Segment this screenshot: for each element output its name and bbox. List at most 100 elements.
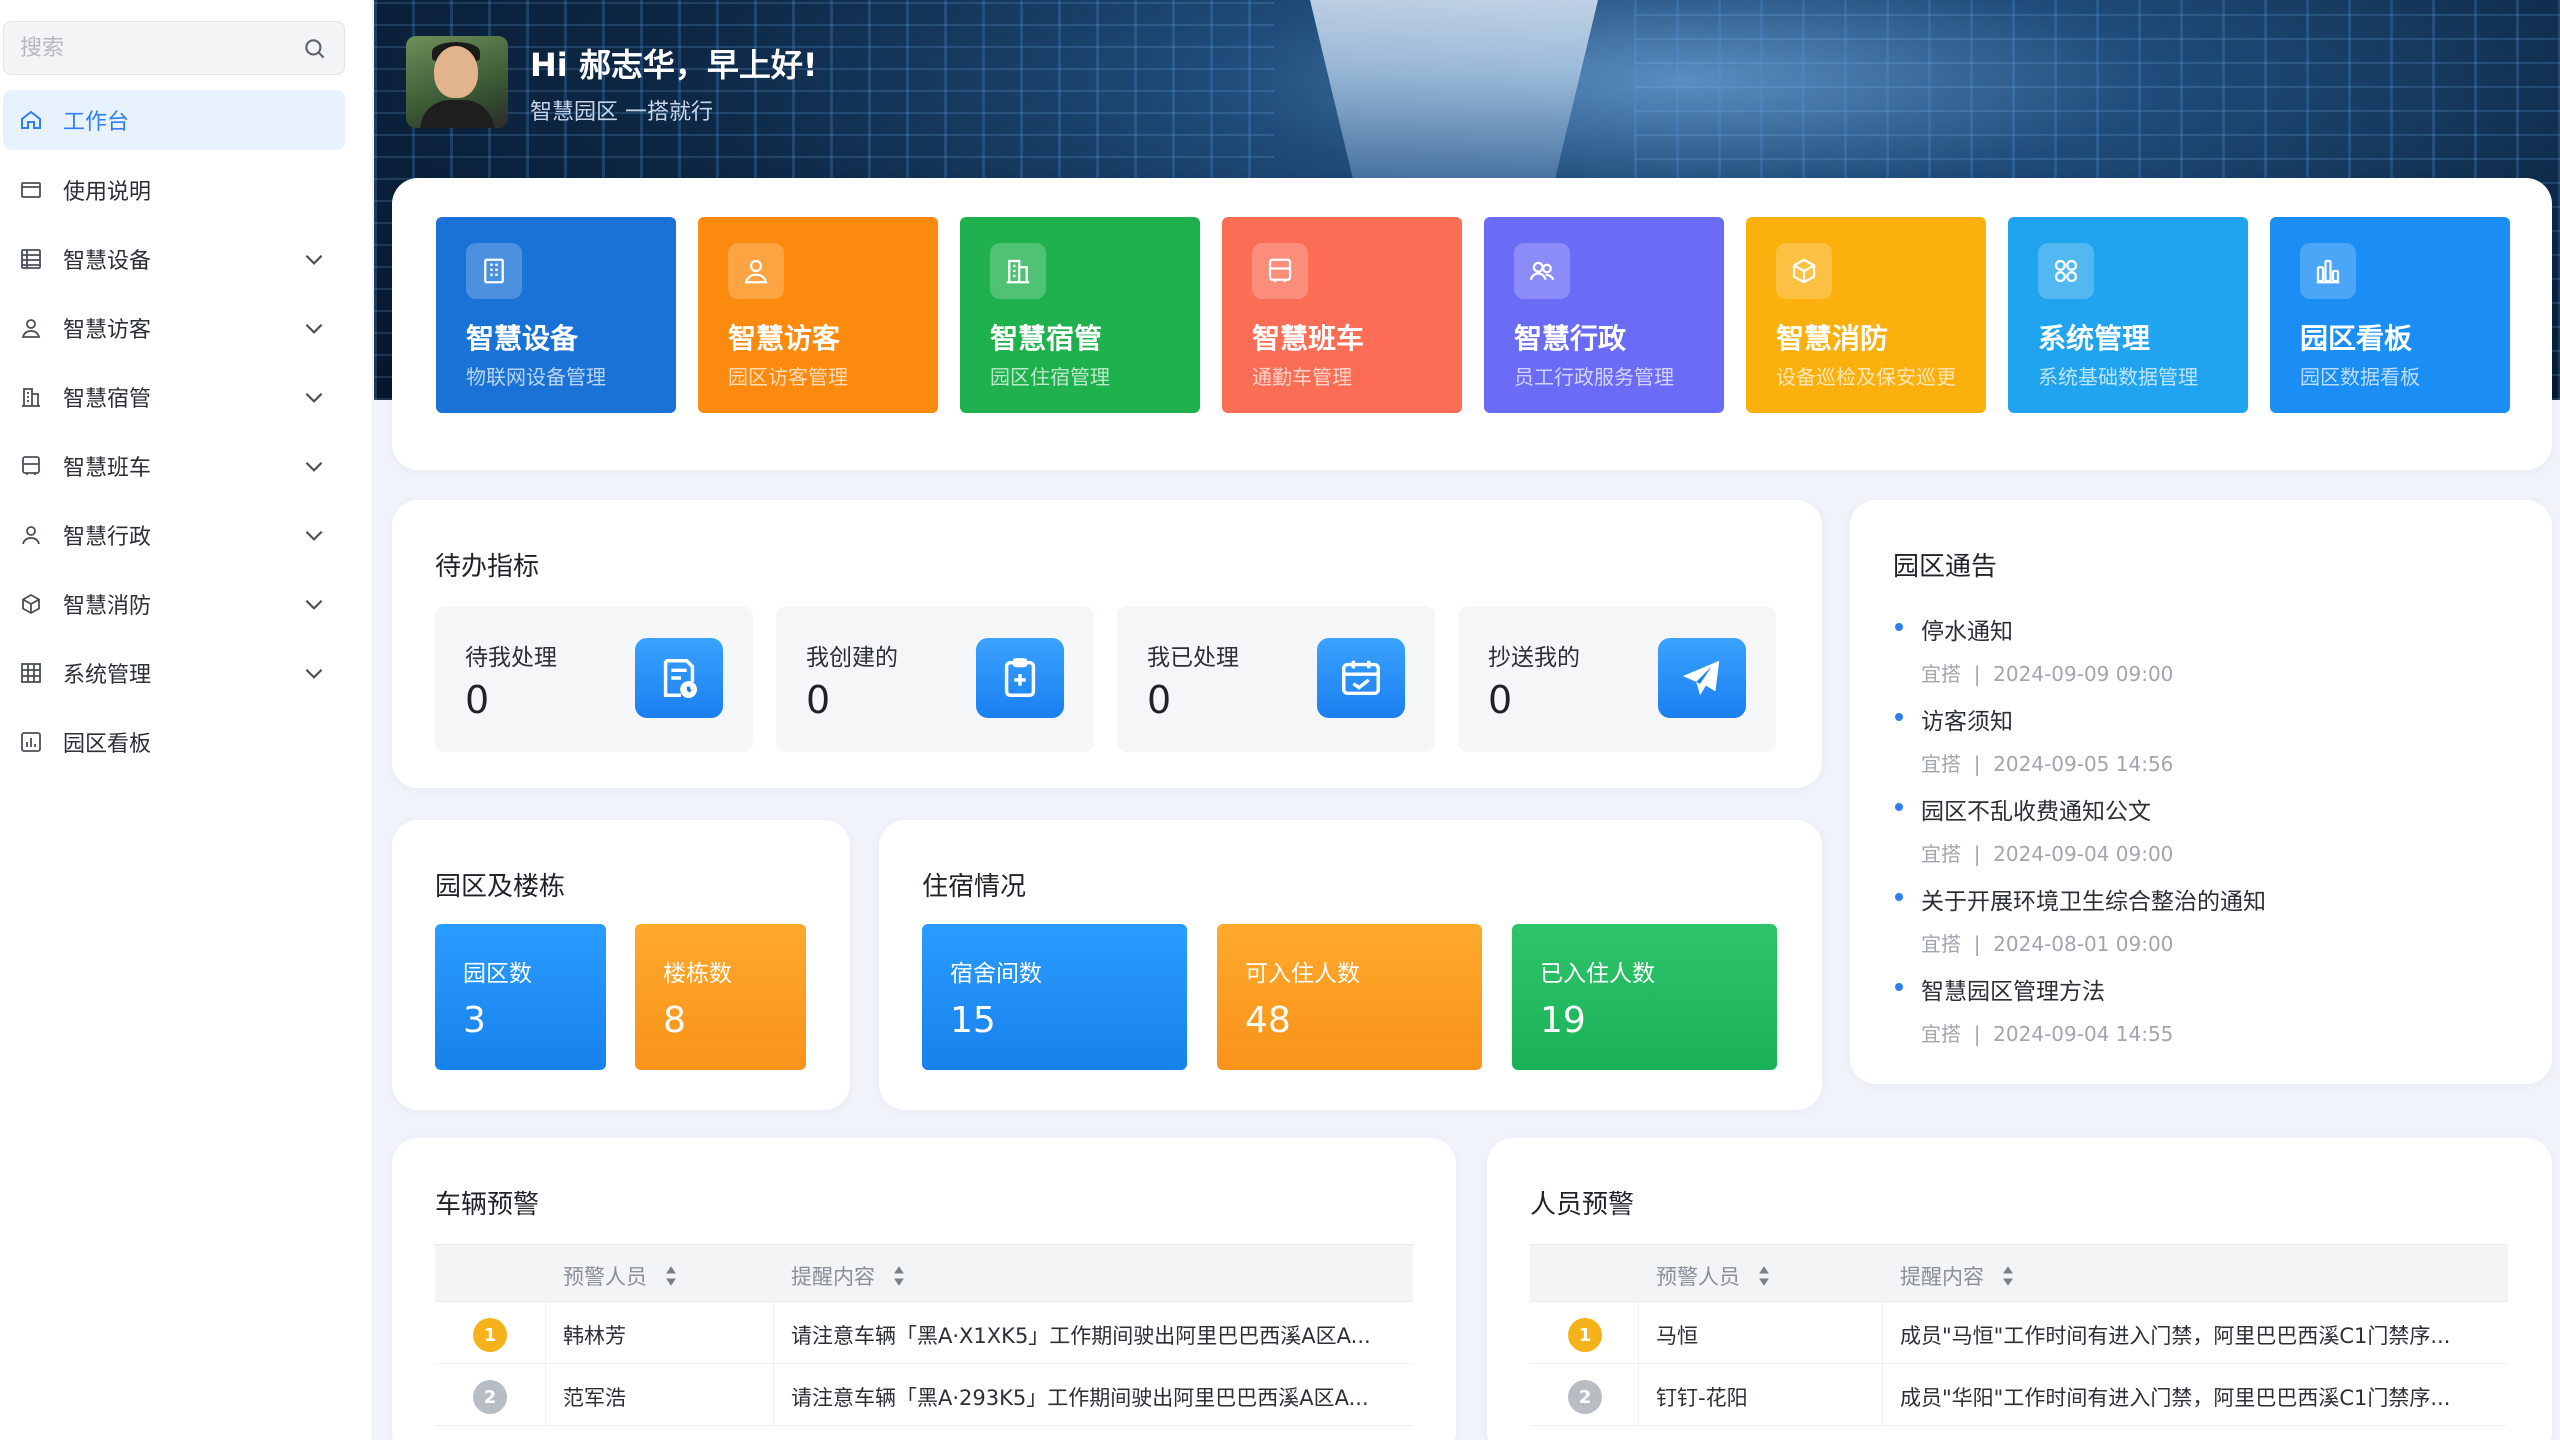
section-title: 车辆预警 — [435, 1190, 540, 1220]
module-subtitle: 通勤车管理 — [1252, 365, 1352, 389]
module-bus[interactable]: 智慧班车 通勤车管理 — [1222, 217, 1462, 413]
module-dashboard[interactable]: 园区看板 园区数据看板 — [2270, 217, 2510, 413]
grid-icon — [21, 663, 41, 683]
todo-label: 待我处理 — [465, 645, 557, 671]
modules-panel: 智慧设备 物联网设备管理 智慧访客 园区访客管理 智慧宿管 园区住宿管理 智慧班… — [392, 178, 2552, 470]
notice-title[interactable]: 停水通知 — [1893, 612, 2513, 646]
module-fire[interactable]: 智慧消防 设备巡检及保安巡更 — [1746, 217, 1986, 413]
list-icon — [21, 249, 41, 269]
sidebar-item-visitors[interactable]: 智慧访客 — [3, 298, 345, 358]
sidebar-item-dorm[interactable]: 智慧宿管 — [3, 367, 345, 427]
greeting-subtitle: 智慧园区 一搭就行 — [530, 100, 713, 125]
module-visitors[interactable]: 智慧访客 园区访客管理 — [698, 217, 938, 413]
stat-label: 宿舍间数 — [950, 961, 1042, 987]
sidebar-item-label: 工作台 — [63, 110, 130, 135]
module-devices[interactable]: 智慧设备 物联网设备管理 — [436, 217, 676, 413]
notice-title[interactable]: 访客须知 — [1893, 702, 2513, 736]
notice-title[interactable]: 智慧园区管理方法 — [1893, 972, 2513, 1006]
stat-value: 48 — [1245, 1000, 1291, 1041]
notice-meta: 宜搭 | 2024-09-05 14:56 — [1921, 752, 2174, 776]
chevron-down-icon[interactable] — [301, 522, 327, 548]
table-row[interactable]: 2 范军浩 请注意车辆「黑A·293K5」工作期间驶出阿里巴巴西溪A区A... — [435, 1364, 1413, 1426]
module-admin[interactable]: 智慧行政 员工行政服务管理 — [1484, 217, 1724, 413]
sort-icon[interactable] — [663, 1265, 679, 1287]
stat-value: 19 — [1540, 1000, 1586, 1041]
todo-panel: 待办指标 待我处理 0 我创建的 0 我已处理 0 抄送我的 0 — [392, 500, 1822, 788]
stat-building-count[interactable]: 楼栋数 8 — [635, 924, 806, 1070]
sort-icon[interactable] — [1756, 1265, 1772, 1287]
dashboard-icon — [2316, 259, 2340, 284]
stat-occupied[interactable]: 已入住人数 19 — [1512, 924, 1777, 1070]
sidebar-item-fire[interactable]: 智慧消防 — [3, 574, 345, 634]
sidebar-item-manual[interactable]: 使用说明 — [3, 160, 345, 220]
notice-title[interactable]: 关于开展环境卫生综合整治的通知 — [1893, 882, 2513, 916]
sidebar-item-bus[interactable]: 智慧班车 — [3, 436, 345, 496]
table-row[interactable]: 1 韩林芳 请注意车辆「黑A·X1XK5」工作期间驶出阿里巴巴西溪A区A... — [435, 1302, 1413, 1364]
banner-decoration — [1310, 0, 1598, 180]
column-header-content[interactable]: 提醒内容 — [791, 1261, 907, 1291]
list-item[interactable]: 访客须知 宜搭 | 2024-09-05 14:56 — [1893, 702, 2513, 777]
cell-content: 成员"马恒"工作时间有进入门禁，阿里巴巴西溪C1门禁序... — [1900, 1324, 2451, 1348]
chevron-down-icon[interactable] — [301, 591, 327, 617]
sidebar-item-label: 智慧班车 — [63, 456, 152, 481]
rank-badge: 2 — [1568, 1380, 1602, 1414]
notice-meta: 宜搭 | 2024-09-04 09:00 — [1921, 842, 2174, 866]
sidebar-item-devices[interactable]: 智慧设备 — [3, 229, 345, 289]
todo-card-pending[interactable]: 待我处理 0 — [435, 606, 753, 752]
chevron-down-icon[interactable] — [301, 453, 327, 479]
stat-room-count[interactable]: 宿舍间数 15 — [922, 924, 1187, 1070]
module-dorm[interactable]: 智慧宿管 园区住宿管理 — [960, 217, 1200, 413]
sort-icon[interactable] — [891, 1265, 907, 1287]
column-header-person[interactable]: 预警人员 — [563, 1261, 679, 1291]
table-header: 预警人员 提醒内容 — [1530, 1244, 2508, 1302]
todo-card-created[interactable]: 我创建的 0 — [776, 606, 1094, 752]
module-subtitle: 园区访客管理 — [728, 365, 848, 389]
todo-card-cc[interactable]: 抄送我的 0 — [1458, 606, 1776, 752]
avatar[interactable] — [406, 36, 508, 128]
notice-title[interactable]: 园区不乱收费通知公文 — [1893, 792, 2513, 826]
send-icon — [1682, 660, 1720, 696]
chevron-down-icon[interactable] — [301, 246, 327, 272]
table-row[interactable]: 1 马恒 成员"马恒"工作时间有进入门禁，阿里巴巴西溪C1门禁序... — [1530, 1302, 2508, 1364]
bus-icon — [22, 456, 40, 475]
chevron-down-icon[interactable] — [301, 315, 327, 341]
search-icon[interactable] — [302, 36, 328, 62]
cell-person: 范军浩 — [563, 1386, 626, 1410]
sidebar-item-label: 智慧行政 — [63, 525, 152, 550]
cell-person: 马恒 — [1656, 1324, 1698, 1348]
module-system[interactable]: 系统管理 系统基础数据管理 — [2008, 217, 2248, 413]
dorm-panel: 住宿情况 宿舍间数 15 可入住人数 48 已入住人数 19 — [879, 820, 1822, 1110]
list-item[interactable]: 关于开展环境卫生综合整治的通知 宜搭 | 2024-08-01 09:00 — [1893, 882, 2513, 957]
module-title: 系统管理 — [2038, 322, 2151, 355]
fire-icon — [1792, 258, 1816, 284]
dorm-icon — [1006, 259, 1030, 284]
list-item[interactable]: 园区不乱收费通知公文 宜搭 | 2024-09-04 09:00 — [1893, 792, 2513, 867]
list-item[interactable]: 智慧园区管理方法 宜搭 | 2024-09-04 14:55 — [1893, 972, 2513, 1047]
todo-value: 0 — [806, 678, 831, 722]
sidebar-item-dashboard[interactable]: 园区看板 — [3, 712, 345, 772]
sidebar-item-workbench[interactable]: 工作台 — [3, 90, 345, 150]
todo-card-processed[interactable]: 我已处理 0 — [1117, 606, 1435, 752]
column-header-content[interactable]: 提醒内容 — [1900, 1261, 2016, 1291]
chevron-down-icon[interactable] — [301, 660, 327, 686]
sort-icon[interactable] — [2000, 1265, 2016, 1287]
stat-park-count[interactable]: 园区数 3 — [435, 924, 606, 1070]
list-item[interactable]: 停水通知 宜搭 | 2024-09-09 09:00 — [1893, 612, 2513, 687]
module-subtitle: 员工行政服务管理 — [1514, 365, 1674, 389]
sidebar-item-admin[interactable]: 智慧行政 — [3, 505, 345, 565]
stat-value: 8 — [663, 1000, 686, 1041]
chart-icon — [21, 732, 41, 752]
stat-label: 园区数 — [463, 961, 532, 987]
search-input[interactable] — [20, 34, 280, 62]
notice-meta: 宜搭 | 2024-08-01 09:00 — [1921, 932, 2174, 956]
clipboard-add-icon — [1004, 658, 1036, 697]
visitor-icon — [744, 259, 768, 284]
stat-capacity[interactable]: 可入住人数 48 — [1217, 924, 1482, 1070]
chevron-down-icon[interactable] — [301, 384, 327, 410]
sidebar: 工作台 使用说明 智慧设备 智慧访客 智慧宿管 智慧班车 智慧行政 智慧消防 系… — [0, 0, 373, 1440]
table-row[interactable]: 2 钉钉-花阳 成员"华阳"工作时间有进入门禁，阿里巴巴西溪C1门禁序... — [1530, 1364, 2508, 1426]
column-header-person[interactable]: 预警人员 — [1656, 1261, 1772, 1291]
sidebar-item-system[interactable]: 系统管理 — [3, 643, 345, 703]
module-title: 智慧访客 — [728, 322, 841, 355]
stat-label: 楼栋数 — [663, 961, 732, 987]
